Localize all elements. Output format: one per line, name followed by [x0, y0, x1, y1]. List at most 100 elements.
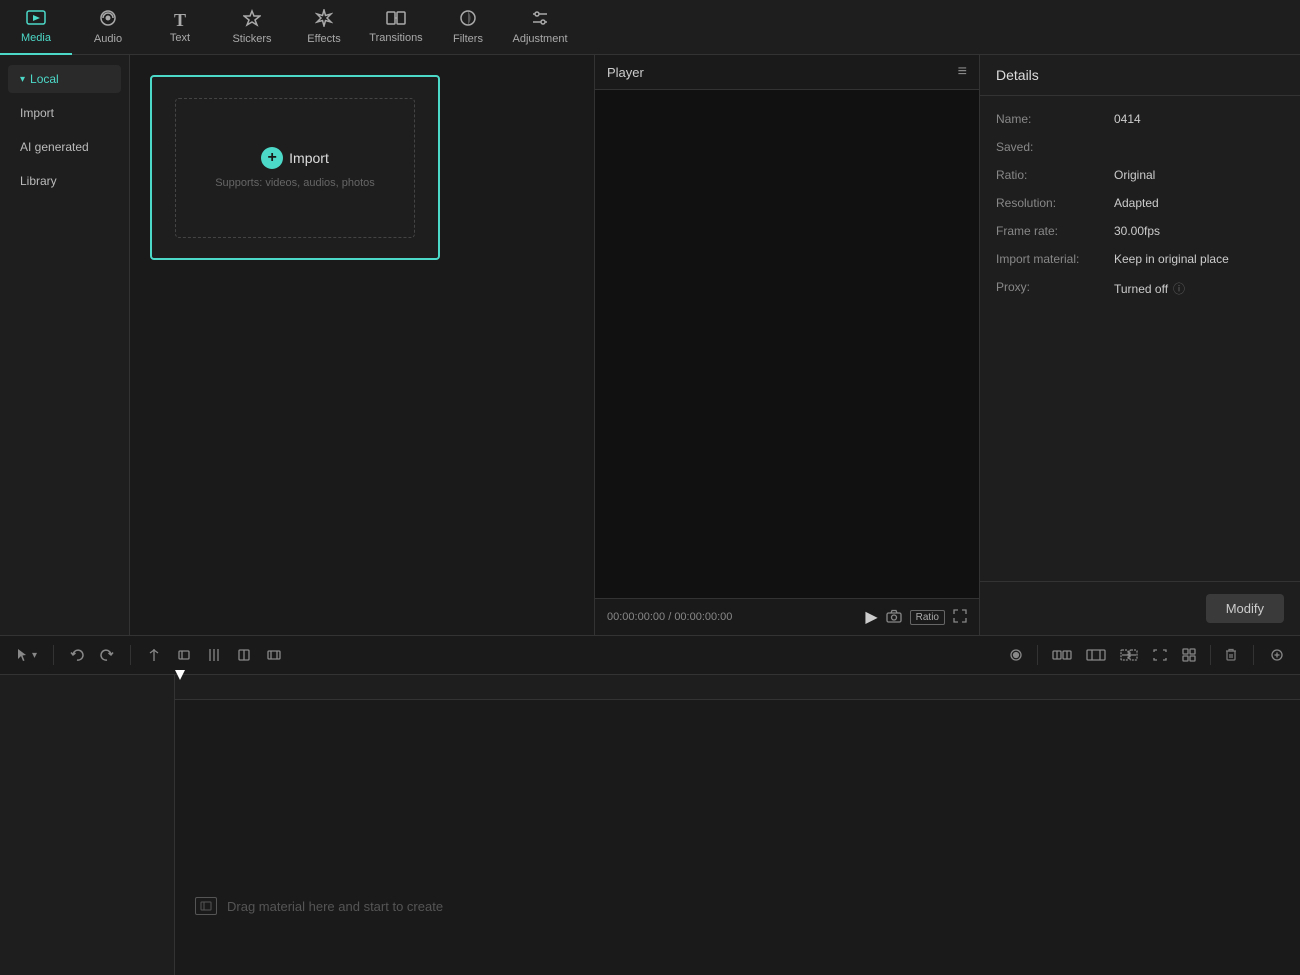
player-header: Player ≡	[595, 55, 979, 90]
detail-framerate-row: Frame rate: 30.00fps	[996, 224, 1284, 238]
main-layout: Local Import AI generated Library + Impo…	[0, 55, 1300, 635]
nav-filters-label: Filters	[453, 33, 483, 45]
trim-start-tool[interactable]	[173, 644, 195, 666]
details-title: Details	[996, 67, 1039, 83]
details-panel: Details Name: 0414 Saved: Ratio: Origina…	[980, 55, 1300, 635]
right-toolbar-group	[1005, 644, 1241, 666]
timeline-tracks: Drag material here and start to create	[175, 700, 1300, 975]
details-content: Name: 0414 Saved: Ratio: Original Resolu…	[980, 96, 1300, 581]
text-icon: T	[174, 11, 186, 29]
toolbar-divider-1	[53, 645, 54, 665]
transitions-icon	[386, 10, 406, 29]
toolbar-divider-2	[130, 645, 131, 665]
detail-ratio-value: Original	[1114, 168, 1284, 182]
sidebar-import-label: Import	[20, 106, 54, 120]
player-title: Player	[607, 65, 644, 80]
fit-button[interactable]	[1148, 644, 1172, 666]
import-subtitle: Supports: videos, audios, photos	[215, 177, 375, 189]
adjustment-icon	[531, 9, 549, 30]
player-menu-icon[interactable]: ≡	[958, 63, 967, 81]
sidebar-item-import[interactable]: Import	[8, 99, 121, 127]
details-header: Details	[980, 55, 1300, 96]
nav-text[interactable]: T Text	[144, 0, 216, 55]
nav-media[interactable]: Media	[0, 0, 72, 55]
detail-ratio-label: Ratio:	[996, 168, 1106, 182]
import-plus-icon: +	[261, 147, 283, 169]
toolbar-divider-5	[1253, 645, 1254, 665]
audio-icon	[99, 9, 117, 30]
play-button[interactable]: ▶	[865, 607, 877, 627]
cursor-tool[interactable]: ▾	[12, 644, 41, 666]
player-time: 00:00:00:00 / 00:00:00:00	[607, 611, 857, 623]
crop-tool[interactable]	[233, 644, 255, 666]
time-total: 00:00:00:00	[674, 611, 732, 623]
record-button[interactable]	[1005, 644, 1027, 666]
toolbar-divider-3	[1037, 645, 1038, 665]
nav-effects-label: Effects	[307, 33, 340, 45]
import-box[interactable]: + Import Supports: videos, audios, photo…	[150, 75, 440, 260]
detail-proxy-value: Turned off ⓘ	[1114, 280, 1284, 297]
nav-stickers-label: Stickers	[232, 33, 271, 45]
nav-filters[interactable]: Filters	[432, 0, 504, 55]
track-btn-3[interactable]	[1116, 644, 1142, 666]
sidebar-local-label: Local	[30, 72, 59, 86]
nav-audio[interactable]: Audio	[72, 0, 144, 55]
import-inner: + Import Supports: videos, audios, photo…	[175, 98, 415, 238]
nav-adjustment[interactable]: Adjustment	[504, 0, 576, 55]
detail-name-row: Name: 0414	[996, 112, 1284, 126]
detail-name-label: Name:	[996, 112, 1106, 126]
modify-button[interactable]: Modify	[1206, 594, 1284, 623]
detail-saved-row: Saved:	[996, 140, 1284, 154]
redo-button[interactable]	[96, 644, 118, 666]
timeline-track-labels	[0, 675, 175, 975]
playhead	[175, 675, 177, 699]
drag-hint: Drag material here and start to create	[175, 877, 463, 935]
stickers-icon	[243, 9, 261, 30]
proxy-info-icon[interactable]: ⓘ	[1173, 280, 1185, 297]
detail-resolution-row: Resolution: Adapted	[996, 196, 1284, 210]
sidebar-item-ai-generated[interactable]: AI generated	[8, 133, 121, 161]
fullscreen-icon[interactable]	[953, 609, 967, 626]
details-footer: Modify	[980, 581, 1300, 635]
timeline-toolbar: ▾	[0, 635, 1300, 675]
detail-import-material-label: Import material:	[996, 252, 1106, 266]
track-btn-2[interactable]	[1082, 644, 1110, 666]
nav-media-label: Media	[21, 32, 51, 44]
detail-saved-label: Saved:	[996, 140, 1106, 154]
media-icon	[26, 8, 46, 29]
sidebar-item-local[interactable]: Local	[8, 65, 121, 93]
undo-button[interactable]	[66, 644, 88, 666]
detail-resolution-value: Adapted	[1114, 196, 1284, 210]
effects-icon	[315, 9, 333, 30]
zoom-reset[interactable]	[1266, 644, 1288, 666]
detail-framerate-label: Frame rate:	[996, 224, 1106, 238]
timeline-ruler	[175, 675, 1300, 700]
delete-button[interactable]	[1221, 644, 1241, 666]
nav-transitions-label: Transitions	[369, 32, 422, 44]
top-nav: Media Audio T Text Stickers Effects	[0, 0, 1300, 55]
split-tool[interactable]	[143, 644, 165, 666]
nav-effects[interactable]: Effects	[288, 0, 360, 55]
playhead-marker	[175, 670, 185, 680]
detail-proxy-label: Proxy:	[996, 280, 1106, 294]
nav-audio-label: Audio	[94, 33, 122, 45]
sidebar-ai-label: AI generated	[20, 140, 89, 154]
camera-icon[interactable]	[886, 609, 902, 626]
sidebar-item-library[interactable]: Library	[8, 167, 121, 195]
detail-proxy-row: Proxy: Turned off ⓘ	[996, 280, 1284, 297]
timeline-area: Drag material here and start to create	[0, 675, 1300, 975]
zoom-tool[interactable]	[263, 644, 285, 666]
trim-end-tool[interactable]	[203, 644, 225, 666]
import-label: Import	[289, 150, 329, 166]
player-screen	[595, 90, 979, 598]
media-area: + Import Supports: videos, audios, photo…	[130, 55, 595, 635]
sidebar: Local Import AI generated Library	[0, 55, 130, 635]
ratio-badge[interactable]: Ratio	[910, 610, 945, 625]
toolbar-divider-4	[1210, 645, 1211, 665]
import-button[interactable]: + Import	[261, 147, 329, 169]
grid-button[interactable]	[1178, 644, 1200, 666]
detail-ratio-row: Ratio: Original	[996, 168, 1284, 182]
track-btn-1[interactable]	[1048, 644, 1076, 666]
nav-stickers[interactable]: Stickers	[216, 0, 288, 55]
nav-transitions[interactable]: Transitions	[360, 0, 432, 55]
